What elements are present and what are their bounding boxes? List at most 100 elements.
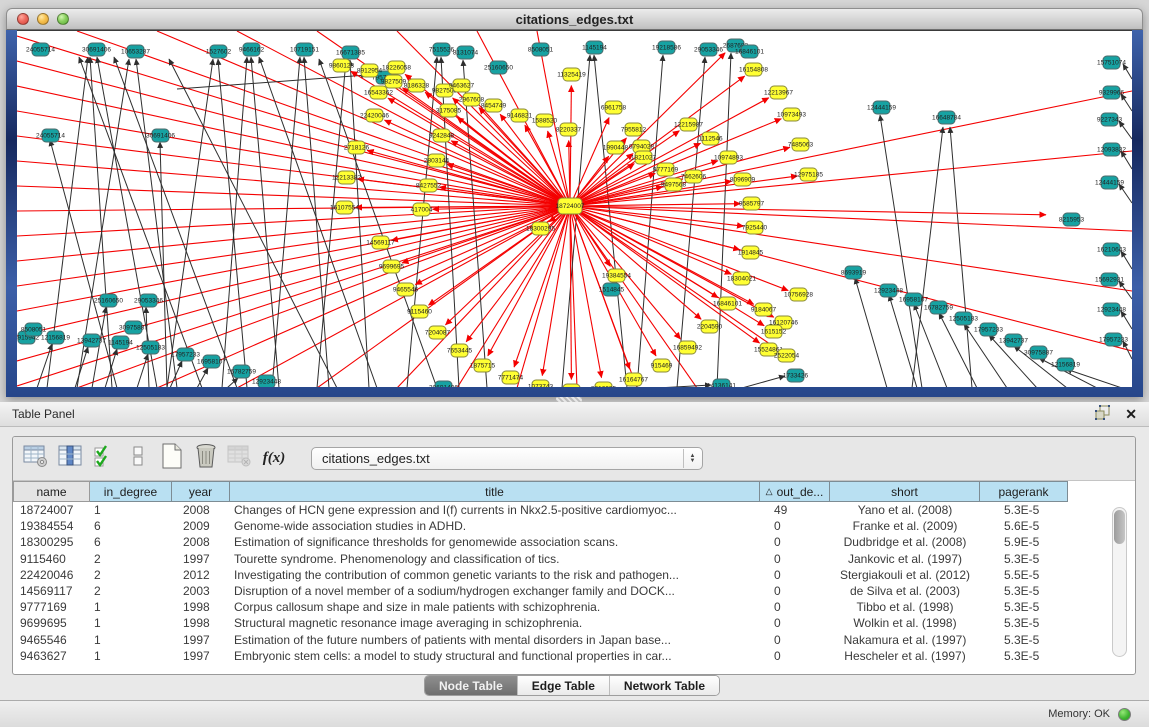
network-node-label: 17957233 [974, 327, 1003, 334]
network-edge[interactable] [17, 111, 570, 206]
cell-pagerank: 5.3E-5 [980, 552, 1068, 566]
network-node-label: 16154808 [739, 67, 768, 74]
network-edge[interactable] [304, 57, 329, 387]
cell-year: 1998 [172, 600, 230, 614]
table-row[interactable]: 1938455462009Genome-wide association stu… [13, 518, 1135, 534]
table-row[interactable]: 969969511998Structural magnetic resonanc… [13, 615, 1135, 631]
cell-name: 18724007 [13, 503, 90, 517]
network-edge[interactable] [717, 53, 731, 387]
network-edge[interactable] [136, 59, 177, 387]
network-edge[interactable] [17, 206, 570, 286]
network-edge[interactable] [114, 57, 237, 387]
network-edge[interactable] [570, 53, 725, 206]
network-edge[interactable] [950, 127, 972, 387]
network-edge[interactable] [1121, 151, 1132, 169]
network-window-titlebar[interactable]: citations_edges.txt [6, 8, 1143, 30]
delete-rows-button[interactable] [191, 444, 221, 474]
network-edge[interactable] [570, 206, 602, 378]
cell-short: Stergiakouli et al. (2012) [830, 568, 980, 582]
column-header-year[interactable]: year [172, 481, 230, 502]
network-node-label: 2522054 [774, 353, 800, 360]
network-node-label: 2204590 [697, 324, 723, 331]
column-header-out_de[interactable]: △out_de... [760, 481, 830, 502]
network-edge[interactable] [1119, 184, 1132, 203]
network-edge[interactable] [742, 376, 785, 387]
network-node-label: 13942737 [77, 338, 106, 345]
float-panel-icon[interactable] [1095, 405, 1111, 423]
scrollbar-thumb[interactable] [1114, 510, 1125, 544]
network-edge[interactable] [137, 354, 148, 387]
network-edge[interactable] [677, 57, 705, 387]
table-row[interactable]: 911546021997Tourette syndrome. Phenomeno… [13, 551, 1135, 567]
cell-in_degree: 1 [90, 616, 172, 630]
column-header-pagerank[interactable]: pagerank [980, 481, 1068, 502]
table-row[interactable]: 1872400712008Changes of HCN gene express… [13, 502, 1135, 518]
network-edge[interactable] [197, 368, 208, 387]
function-builder-button[interactable]: f(x) [259, 444, 289, 474]
network-edge[interactable] [319, 59, 437, 387]
table-row[interactable]: 1456911722003Disruption of a novel membe… [13, 583, 1135, 599]
tab-edge-table[interactable]: Edge Table [518, 676, 610, 695]
table-row[interactable]: 946554611997Estimation of the future num… [13, 632, 1135, 648]
network-edge[interactable] [914, 304, 947, 387]
network-edge[interactable] [317, 60, 346, 387]
network-edge[interactable] [17, 206, 570, 336]
network-edge[interactable] [570, 85, 571, 206]
table-row[interactable]: 1830029562008Estimation of significance … [13, 534, 1135, 550]
network-edge[interactable] [17, 36, 570, 206]
network-node-label: 12923448 [1097, 307, 1126, 314]
cell-in_degree: 2 [90, 568, 172, 582]
network-node-label: 915469 [651, 363, 673, 370]
column-edit-button[interactable] [55, 444, 85, 474]
column-header-short[interactable]: short [830, 481, 980, 502]
network-edge[interactable] [570, 206, 718, 298]
network-edge[interactable] [637, 55, 663, 387]
cell-title: Tourette syndrome. Phenomenology and cla… [230, 552, 760, 566]
network-node-label: 9860123 [329, 63, 355, 70]
network-edge[interactable] [912, 127, 943, 387]
network-edge[interactable] [1121, 94, 1132, 111]
table-row[interactable]: 946362711997Embryonic stem cells: a mode… [13, 648, 1135, 664]
tab-node-table[interactable]: Node Table [425, 676, 518, 695]
row-height-button[interactable] [123, 444, 153, 474]
close-panel-icon[interactable]: ✕ [1125, 407, 1137, 421]
network-node-label: 12923448 [874, 288, 903, 295]
network-graph[interactable]: 2405571430691406106532871527602946616210… [17, 31, 1132, 387]
table-selector[interactable]: citations_edges.txt▲▼ [311, 447, 703, 470]
select-rows-button[interactable] [89, 444, 119, 474]
network-node-label: 1914845 [738, 250, 764, 257]
tab-network-table[interactable]: Network Table [610, 676, 719, 695]
table-row[interactable]: 977716911998Corpus callosum shape and si… [13, 599, 1135, 615]
network-edge[interactable] [167, 59, 213, 387]
network-window: citations_edges.txt 24055714306914061065… [6, 8, 1143, 397]
network-edge[interactable] [570, 206, 774, 317]
network-edge[interactable] [1121, 311, 1132, 329]
delete-rows-icon [194, 443, 218, 474]
network-edge[interactable] [880, 115, 922, 387]
column-header-title[interactable]: title [230, 481, 760, 502]
column-header-in_degree[interactable]: in_degree [90, 481, 172, 502]
network-edge[interactable] [222, 57, 247, 387]
network-node-label: 15751074 [1097, 60, 1126, 67]
network-edge[interactable] [1119, 121, 1132, 139]
table-settings-button[interactable] [21, 444, 51, 474]
network-node-label: 8454749 [481, 103, 507, 110]
network-edge[interactable] [657, 385, 711, 387]
network-edge[interactable] [1121, 251, 1132, 269]
network-edge[interactable] [1119, 281, 1132, 299]
network-canvas[interactable]: 2405571430691406106532871527602946616210… [17, 30, 1132, 387]
cell-pagerank: 5.5E-5 [980, 568, 1068, 582]
table-scrollbar[interactable] [1112, 507, 1127, 657]
cell-title: Investigating the contribution of common… [230, 568, 760, 582]
cell-name: 9463627 [13, 649, 90, 663]
network-edge[interactable] [1066, 369, 1122, 387]
table-row[interactable]: 2242004622012Investigating the contribut… [13, 567, 1135, 583]
combo-stepper-icon: ▲▼ [683, 449, 701, 468]
node-table: namein_degreeyeartitle△out_de...shortpag… [13, 481, 1135, 664]
network-edge[interactable] [1123, 341, 1132, 359]
network-edge[interactable] [570, 206, 1046, 215]
delete-table-button[interactable] [225, 444, 255, 474]
column-header-name[interactable]: name [13, 481, 90, 502]
new-table-button[interactable] [157, 444, 187, 474]
network-edge[interactable] [889, 295, 917, 387]
